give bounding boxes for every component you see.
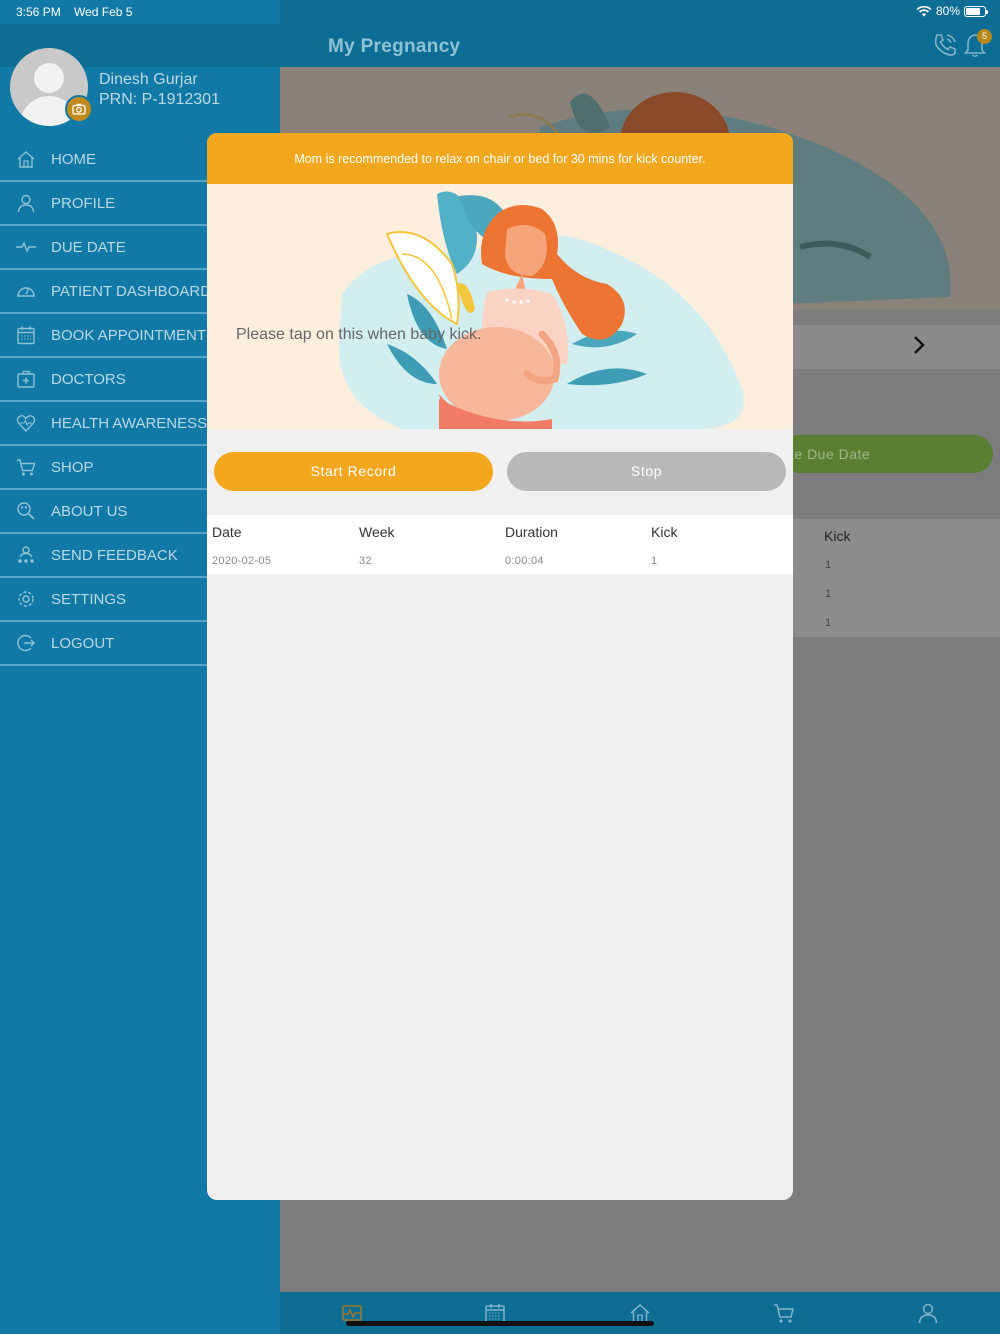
menu-item-doctors[interactable]: DOCTORS	[0, 358, 207, 402]
stop-button[interactable]: Stop	[507, 452, 786, 491]
menu-item-label: SEND FEEDBACK	[51, 546, 178, 564]
person-icon	[17, 194, 35, 213]
battery-icon	[964, 5, 988, 17]
cart-tab-icon[interactable]	[773, 1302, 795, 1324]
page-title: My Pregnancy	[328, 36, 461, 57]
menu-item-patient-dashboard[interactable]: PATIENT DASHBOARD	[0, 270, 211, 314]
status-date: Wed Feb 5	[74, 5, 133, 19]
feedback-icon	[18, 546, 34, 563]
menu-item-shop[interactable]: SHOP	[0, 446, 207, 490]
cell-week: 32	[359, 555, 372, 567]
menu-item-label: DUE DATE	[51, 238, 126, 256]
bg-kick-value: 1	[825, 617, 832, 629]
menu-item-label: HEALTH AWARENESS	[51, 414, 208, 432]
heart-icon	[16, 415, 36, 433]
cell-duration: 0:00:04	[505, 555, 544, 567]
status-time: 3:56 PM	[16, 5, 61, 19]
search-people-icon	[17, 502, 35, 520]
cell-date: 2020-02-05	[212, 555, 272, 567]
menu-item-label: SHOP	[51, 458, 94, 476]
status-right: 80%	[916, 4, 988, 18]
baby-kick-tap-area[interactable]: Please tap on this when baby kick.	[207, 184, 793, 429]
user-prn: PRN: P-1912301	[99, 91, 220, 108]
gauge-icon	[17, 287, 35, 297]
menu-item-label: HOME	[51, 150, 96, 168]
cell-kick: 1	[651, 555, 658, 567]
pregnant-mother-illustration	[338, 191, 744, 429]
cart-icon	[17, 459, 36, 476]
pulse-icon	[16, 241, 36, 253]
start-record-button[interactable]: Start Record	[214, 452, 493, 491]
menu-item-due-date[interactable]: DUE DATE	[0, 226, 207, 270]
column-header-kick: Kick	[651, 524, 678, 540]
bg-kick-value: 1	[825, 559, 832, 571]
menu-item-logout[interactable]: LOGOUT	[0, 622, 207, 666]
calculate-due-date-button[interactable]: te Due Date	[780, 435, 993, 473]
notification-badge: 5	[977, 29, 992, 44]
menu-item-label: ABOUT US	[51, 502, 128, 520]
menu-item-settings[interactable]: SETTINGS	[0, 578, 207, 622]
menu-item-label: SETTINGS	[51, 590, 127, 608]
menu-item-profile[interactable]: PROFILE	[0, 182, 207, 226]
camera-icon[interactable]	[65, 95, 93, 123]
menu-item-label: LOGOUT	[51, 634, 115, 652]
home-indicator	[346, 1321, 654, 1326]
recommendation-banner: Mom is recommended to relax on chair or …	[207, 133, 793, 184]
menu-item-label: DOCTORS	[51, 370, 126, 388]
menu-item-label: BOOK APPOINTMENT	[51, 326, 207, 344]
kick-counter-modal: Mom is recommended to relax on chair or …	[207, 133, 793, 1200]
menu-item-about-us[interactable]: ABOUT US	[0, 490, 207, 534]
wifi-icon	[916, 5, 932, 17]
column-header-date: Date	[212, 524, 242, 540]
menu-item-book-appointment[interactable]: BOOK APPOINTMENT	[0, 314, 207, 358]
user-name: Dinesh Gurjar	[99, 71, 198, 88]
menu-list: HOME PROFILE DUE DATE PATIENT DASHBOARD …	[0, 138, 211, 666]
bg-kick-value: 1	[825, 588, 832, 600]
home-icon	[17, 151, 35, 168]
menu-item-label: PATIENT DASHBOARD	[51, 282, 212, 300]
medical-kit-icon	[17, 370, 35, 388]
kick-records-table: Date Week Duration Kick 2020-02-05 32 0:…	[207, 515, 793, 574]
phone-icon[interactable]	[932, 32, 958, 58]
bg-kick-header: Kick	[824, 528, 851, 544]
logout-icon	[17, 634, 35, 652]
gear-icon	[18, 591, 34, 607]
menu-item-home[interactable]: HOME	[0, 138, 207, 182]
column-header-week: Week	[359, 524, 395, 540]
bottom-tab-bar	[280, 1292, 1000, 1334]
status-bar: 3:56 PM Wed Feb 5 80%	[0, 0, 1000, 24]
profile-tab-icon[interactable]	[917, 1302, 939, 1324]
calendar-icon	[17, 326, 35, 345]
chevron-right-icon[interactable]	[908, 334, 930, 356]
tap-prompt: Please tap on this when baby kick.	[236, 326, 482, 343]
menu-item-health-awareness[interactable]: HEALTH AWARENESS	[0, 402, 207, 446]
menu-item-label: PROFILE	[51, 194, 116, 212]
menu-item-send-feedback[interactable]: SEND FEEDBACK	[0, 534, 207, 578]
battery-percent: 80%	[935, 4, 960, 18]
column-header-duration: Duration	[505, 524, 558, 540]
